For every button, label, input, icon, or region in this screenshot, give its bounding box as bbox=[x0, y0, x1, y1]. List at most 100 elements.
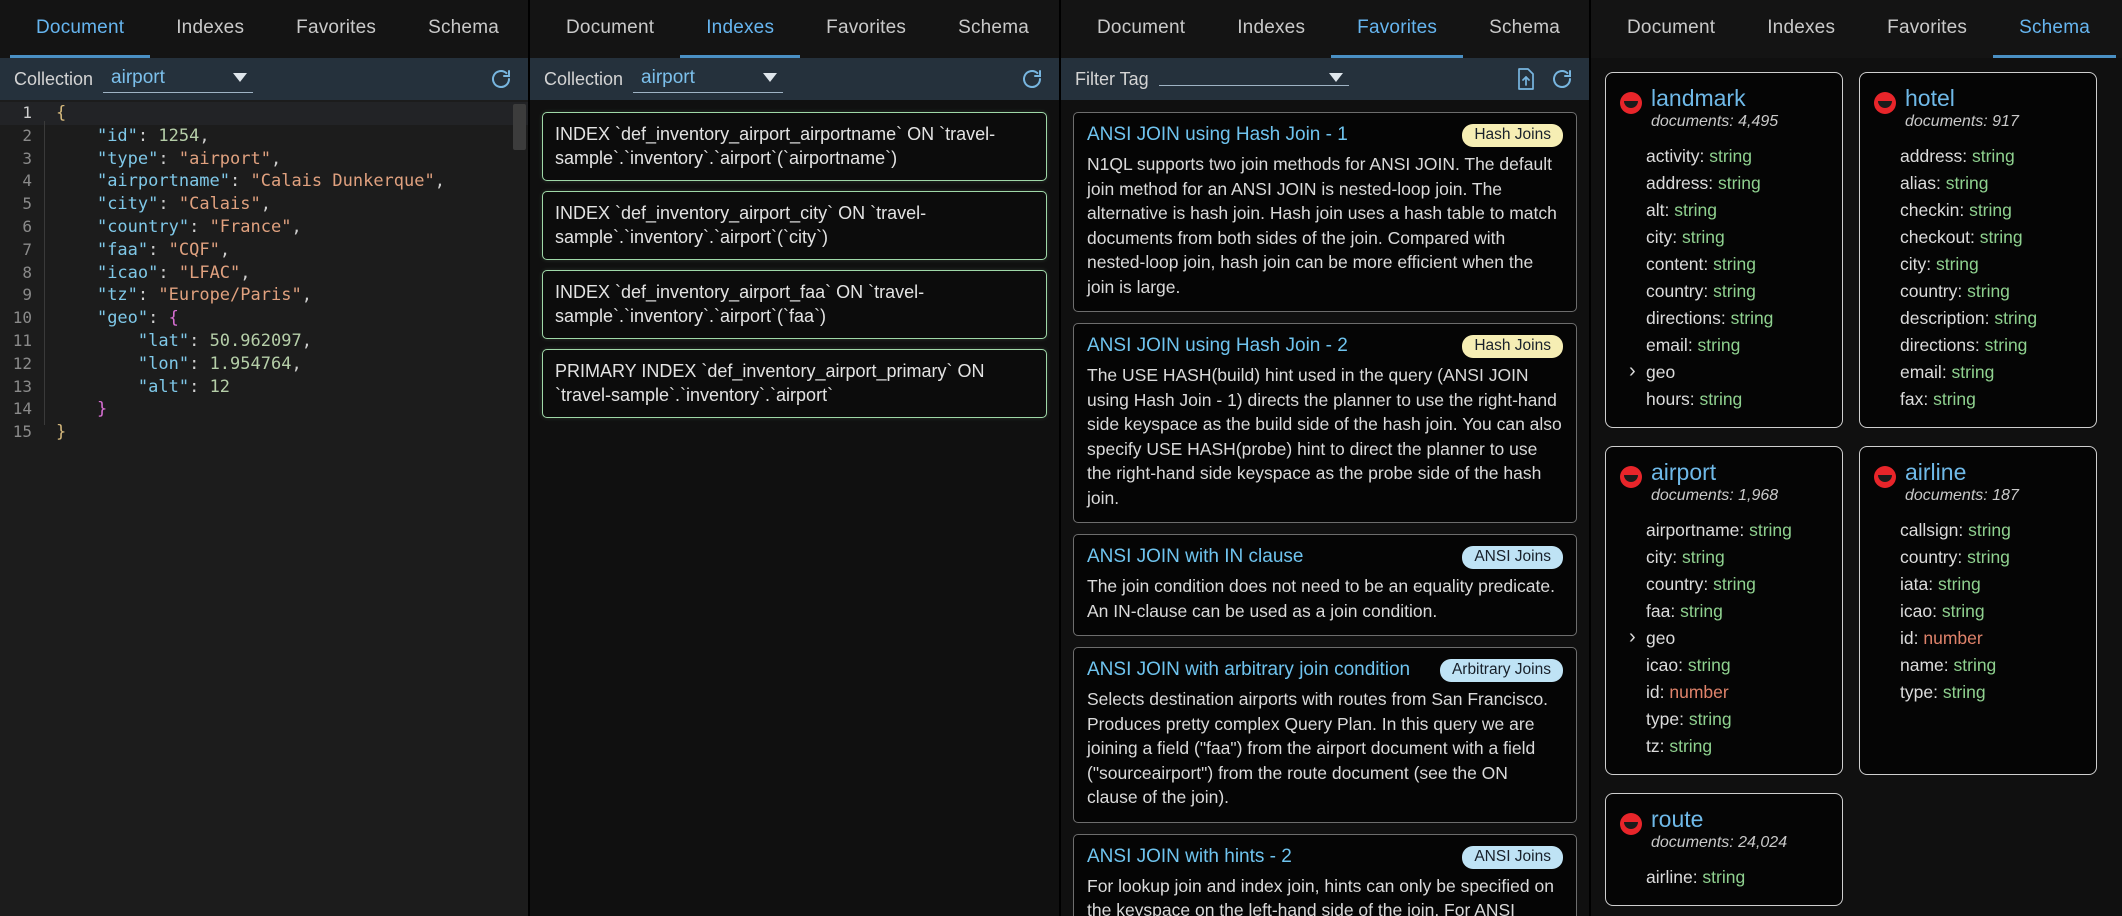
code-text: "geo": { bbox=[44, 303, 179, 334]
code-line[interactable]: 14 } bbox=[0, 394, 528, 425]
tabbar-indexes-panel: Document Indexes Favorites Schema bbox=[530, 0, 1059, 58]
schema-card[interactable]: airport documents: 1,968 airportname: stri… bbox=[1605, 446, 1843, 775]
schema-field: airline: string bbox=[1620, 864, 1828, 891]
code-line[interactable]: 10 "geo": { bbox=[0, 303, 528, 334]
schema-document-count: documents: 1,968 bbox=[1651, 487, 1779, 504]
filter-tag-bar: Filter Tag bbox=[1061, 58, 1589, 100]
code-line[interactable]: 13 "alt": 12 bbox=[0, 371, 528, 403]
tab-indexes[interactable]: Indexes bbox=[1741, 0, 1861, 58]
code-line[interactable]: 15} bbox=[0, 421, 528, 444]
collection-select[interactable]: airport bbox=[103, 66, 254, 93]
tab-favorites[interactable]: Favorites bbox=[270, 0, 402, 58]
line-number: 13 bbox=[12, 376, 32, 396]
tab-schema[interactable]: Schema bbox=[1463, 0, 1586, 58]
schema-field-expandable[interactable]: geo bbox=[1620, 624, 1828, 652]
tab-document[interactable]: Document bbox=[1071, 0, 1211, 58]
json-document-editor[interactable]: 1{2 "id": 1254, 3 "type": "airport", 4 "ai… bbox=[0, 100, 528, 916]
tab-document[interactable]: Document bbox=[10, 0, 151, 58]
chevron-down-icon bbox=[763, 73, 778, 82]
line-number: 8 bbox=[22, 262, 32, 282]
refresh-icon[interactable] bbox=[1549, 66, 1575, 92]
refresh-icon[interactable] bbox=[488, 66, 514, 92]
couchbase-bucket-icon bbox=[1620, 813, 1642, 835]
schema-field-type: number bbox=[1923, 628, 1983, 648]
tab-indexes[interactable]: Indexes bbox=[1211, 0, 1331, 58]
schema-card[interactable]: airline documents: 187 callsign: string cou… bbox=[1859, 446, 2097, 775]
favorite-card[interactable]: ANSI JOIN with hints - 2 ANSI Joins For lo… bbox=[1073, 833, 1577, 916]
index-card[interactable]: INDEX `def_inventory_airport_city` ON `t… bbox=[542, 191, 1047, 260]
refresh-icon[interactable] bbox=[1019, 66, 1045, 92]
schema-field-type: number bbox=[1669, 682, 1729, 702]
schema-field-name: hours: bbox=[1646, 389, 1700, 409]
favorite-tag-badge[interactable]: Arbitrary Joins bbox=[1439, 659, 1563, 682]
filter-tag-select[interactable] bbox=[1158, 72, 1349, 86]
editor-scrollbar[interactable] bbox=[513, 104, 526, 150]
tab-favorites[interactable]: Favorites bbox=[800, 0, 932, 58]
favorite-card[interactable]: ANSI JOIN with arbitrary join condition A… bbox=[1073, 647, 1577, 823]
index-card[interactable]: INDEX `def_inventory_airport_airportname… bbox=[542, 112, 1047, 181]
schema-card[interactable]: hotel documents: 917 address: string alias:… bbox=[1859, 72, 2097, 428]
code-line[interactable]: 9 "tz": "Europe/Paris", bbox=[0, 280, 528, 311]
code-line[interactable]: 1{ bbox=[0, 102, 528, 125]
schema-field-name: fax: bbox=[1900, 389, 1934, 409]
index-card[interactable]: PRIMARY INDEX `def_inventory_airport_pri… bbox=[542, 349, 1047, 418]
tab-schema[interactable]: Schema bbox=[932, 0, 1055, 58]
import-file-icon[interactable] bbox=[1513, 66, 1539, 92]
tab-document[interactable]: Document bbox=[540, 0, 680, 58]
favorite-card[interactable]: ANSI JOIN using Hash Join - 1 Hash Joins N… bbox=[1073, 112, 1577, 312]
tab-indexes[interactable]: Indexes bbox=[150, 0, 270, 58]
code-text: "lon": 1.954764, bbox=[44, 348, 302, 380]
tab-favorites[interactable]: Favorites bbox=[1331, 0, 1464, 58]
code-line[interactable]: 4 "airportname": "Calais Dunkerque", bbox=[0, 166, 528, 197]
code-text: "airportname": "Calais Dunkerque", bbox=[44, 166, 445, 197]
favorite-tag-badge[interactable]: ANSI Joins bbox=[1462, 546, 1563, 569]
tab-label: Favorites bbox=[1357, 16, 1438, 38]
code-line[interactable]: 7 "faa": "CQF", bbox=[0, 234, 528, 266]
collection-select[interactable]: airport bbox=[633, 66, 784, 93]
tab-label: Indexes bbox=[176, 16, 245, 38]
code-line[interactable]: 3 "type": "airport", bbox=[0, 143, 528, 175]
tab-schema[interactable]: Schema bbox=[1993, 0, 2116, 58]
schema-name: airline bbox=[1905, 459, 1967, 485]
schema-card[interactable]: route documents: 24,024 airline: string bbox=[1605, 793, 1843, 906]
code-line[interactable]: 2 "id": 1254, bbox=[0, 120, 528, 152]
favorite-card[interactable]: ANSI JOIN using Hash Join - 2 Hash Joins T… bbox=[1073, 323, 1577, 523]
schema-field-expandable[interactable]: geo bbox=[1620, 358, 1828, 386]
schema-field-type: string bbox=[1680, 601, 1723, 621]
code-line[interactable]: 6 "country": "France", bbox=[0, 212, 528, 243]
line-number: 1 bbox=[22, 103, 32, 122]
line-number: 10 bbox=[12, 308, 32, 328]
tab-indexes[interactable]: Indexes bbox=[680, 0, 801, 58]
code-line[interactable]: 5 "city": "Calais", bbox=[0, 189, 528, 220]
tab-schema[interactable]: Schema bbox=[402, 0, 525, 58]
index-card[interactable]: INDEX `def_inventory_airport_faa` ON `tr… bbox=[542, 270, 1047, 339]
schema-field-name: country: bbox=[1900, 547, 1968, 567]
tab-label: Schema bbox=[1489, 16, 1560, 38]
line-number: 9 bbox=[22, 285, 32, 305]
schema-field-name: iata: bbox=[1900, 574, 1938, 594]
favorite-tag-badge[interactable]: ANSI Joins bbox=[1462, 845, 1563, 869]
tab-favorites[interactable]: Favorites bbox=[1861, 0, 1993, 58]
schema-field-name: airportname: bbox=[1646, 520, 1750, 540]
chevron-down-icon bbox=[233, 73, 248, 82]
favorite-card[interactable]: ANSI JOIN with IN clause ANSI Joins The jo… bbox=[1073, 534, 1577, 636]
code-line[interactable]: 11 "lat": 50.962097, bbox=[0, 326, 528, 357]
favorite-tag-badge[interactable]: Hash Joins bbox=[1462, 124, 1563, 147]
indexes-panel: Document Indexes Favorites Schema Collec… bbox=[530, 0, 1061, 916]
schema-field-name: geo bbox=[1646, 362, 1676, 382]
tab-label: Favorites bbox=[1887, 16, 1968, 38]
code-line[interactable]: 12 "lon": 1.954764, bbox=[0, 348, 528, 380]
schema-card[interactable]: landmark documents: 4,495 activity: string… bbox=[1605, 72, 1843, 428]
schema-field-type: string bbox=[1968, 520, 2011, 540]
schema-field-type: string bbox=[1937, 574, 1981, 594]
tab-document[interactable]: Document bbox=[1601, 0, 1741, 58]
schema-field: city: string bbox=[1620, 224, 1828, 251]
collection-bar: Collection airport bbox=[0, 58, 528, 100]
schema-name: airport bbox=[1651, 459, 1717, 485]
code-line[interactable]: 8 "icao": "LFAC", bbox=[0, 257, 528, 289]
schema-field: directions: string bbox=[1874, 332, 2082, 359]
favorite-tag-badge[interactable]: Hash Joins bbox=[1462, 335, 1563, 358]
schema-field: type: string bbox=[1620, 706, 1828, 733]
schema-field-name: tz: bbox=[1646, 736, 1670, 756]
line-number: 15 bbox=[12, 422, 32, 442]
